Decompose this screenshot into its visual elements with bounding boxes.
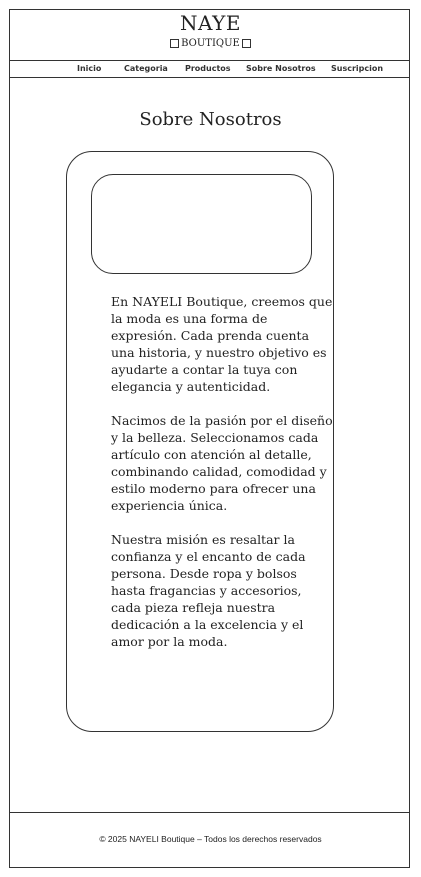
about-paragraph: Nacimos de la pasión por el diseño y la … — [111, 413, 333, 513]
header-divider — [9, 60, 410, 61]
nav-item-inicio[interactable]: Inicio — [77, 64, 101, 73]
main-nav: Inicio Categoria Productos Sobre Nosotro… — [9, 63, 410, 77]
footer-copyright: © 2025 NAYELI Boutique – Todos los derec… — [99, 834, 322, 844]
site-footer: © 2025 NAYELI Boutique – Todos los derec… — [0, 834, 421, 844]
nav-divider — [9, 77, 410, 78]
image-placeholder — [91, 174, 312, 274]
footer-divider — [9, 812, 410, 813]
placeholder-square-icon — [170, 39, 180, 48]
about-text: En NAYELI Boutique, creemos que la moda … — [111, 293, 335, 667]
nav-item-productos[interactable]: Productos — [185, 64, 231, 73]
brand-subtitle: BOUTIQUE — [181, 37, 240, 49]
about-card: En NAYELI Boutique, creemos que la moda … — [66, 151, 334, 732]
nav-item-sobre-nosotros[interactable]: Sobre Nosotros — [246, 64, 316, 73]
about-paragraph: En NAYELI Boutique, creemos que la moda … — [111, 294, 333, 394]
placeholder-square-icon — [241, 39, 251, 48]
brand-title: NAYE — [180, 11, 241, 35]
about-paragraph: Nuestra misión es resaltar la confianza … — [111, 532, 306, 649]
nav-item-categoria[interactable]: Categoria — [124, 64, 168, 73]
page-title: Sobre Nosotros — [139, 109, 282, 130]
brand-logo[interactable]: NAYE BOUTIQUE — [0, 13, 421, 52]
brand-subtitle-row: BOUTIQUE — [170, 37, 251, 51]
nav-item-suscripcion[interactable]: Suscripcion — [331, 64, 383, 73]
